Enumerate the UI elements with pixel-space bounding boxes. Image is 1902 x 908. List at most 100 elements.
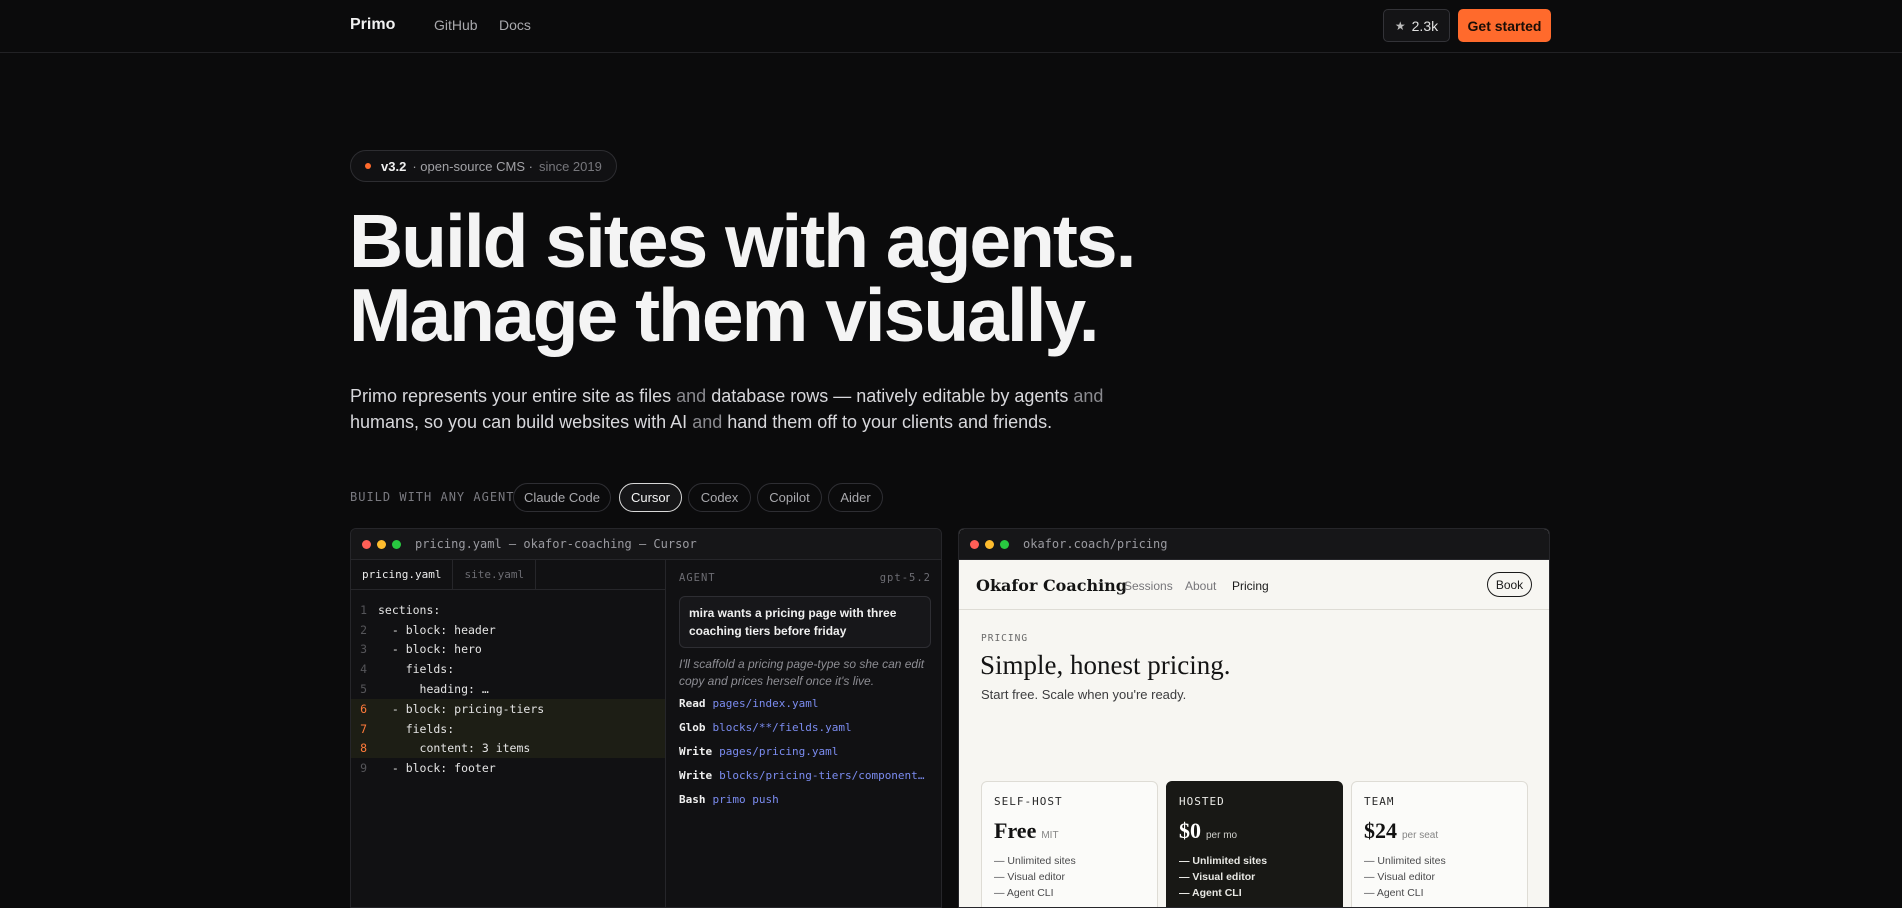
sub-part: hand them off to your clients and friend… — [722, 412, 1053, 432]
badge-since: since 2019 — [538, 158, 602, 174]
preview-titlebar: okafor.coach/pricing — [959, 529, 1549, 560]
version-label: v3.2 — [381, 158, 407, 174]
code-text: content: 3 items — [378, 741, 531, 756]
book-button[interactable]: Book — [1487, 572, 1532, 597]
file-tab-site[interactable]: site.yaml — [453, 560, 537, 589]
sub-part-dim: and — [692, 412, 723, 432]
hero-subheading: Primo represents your entire site as fil… — [350, 383, 1130, 435]
agent-tab-codex[interactable]: Codex — [688, 483, 751, 512]
sub-part: database rows — natively editable by age… — [706, 386, 1074, 406]
agent-tab-aider[interactable]: Aider — [828, 483, 883, 512]
minimize-window-icon[interactable] — [377, 539, 386, 549]
code-line[interactable]: 1 sections: — [351, 600, 665, 620]
agent-panel-label: AGENT — [679, 572, 716, 584]
star-count: 2.3k — [1411, 17, 1439, 34]
preview-url: okafor.coach/pricing — [1023, 537, 1168, 551]
code-editor: pricing.yaml site.yaml 1 sections: 2 - blo… — [351, 560, 666, 907]
sub-part-dim: and — [1073, 386, 1104, 406]
site-link-pricing[interactable]: Pricing — [1232, 579, 1269, 593]
tier-price: $0 per mo — [1179, 818, 1330, 844]
agent-reply: I'll scaffold a pricing page-type so she… — [679, 657, 925, 688]
tier-name: TEAM — [1364, 795, 1395, 808]
code-lines[interactable]: 1 sections: 2 - block: header 3 - block: he… — [351, 590, 665, 778]
headline-line-1: Build sites with agents. — [349, 199, 1136, 283]
price-unit: per seat — [1402, 830, 1439, 841]
version-badge: v3.2 · open-source CMS · since 2019 — [350, 150, 617, 182]
tool-call: Read pages/index.yaml — [679, 697, 931, 714]
file-tab-pricing[interactable]: pricing.yaml — [351, 560, 454, 589]
code-text: fields: — [378, 662, 455, 677]
nav-link-github[interactable]: GitHub — [434, 17, 478, 33]
tier-name: SELF-HOST — [994, 795, 1063, 808]
star-icon: ★ — [1394, 18, 1406, 33]
tool-call: Glob blocks/**/fields.yaml — [679, 721, 931, 738]
line-number: 3 — [360, 642, 367, 657]
price-value: $0 — [1179, 818, 1201, 843]
close-window-icon[interactable] — [970, 539, 979, 549]
agent-tab-cursor[interactable]: Cursor — [619, 483, 682, 512]
pricing-tier-card[interactable]: TEAM $24 per seat — Unlimited sites — Visual… — [1351, 781, 1528, 907]
github-stars-button[interactable]: ★ 2.3k — [1383, 9, 1450, 42]
tool-argument[interactable]: blocks/**/fields.yaml — [713, 721, 852, 738]
price-value: Free — [994, 818, 1037, 843]
window-controls — [362, 539, 401, 549]
pricing-heading: Simple, honest pricing. — [980, 650, 1231, 680]
maximize-window-icon[interactable] — [392, 539, 401, 549]
sub-part: humans, so you can build websites with A… — [350, 412, 693, 432]
pricing-subheading: Start free. Scale when you're ready. — [981, 687, 1187, 702]
line-number: 2 — [360, 622, 367, 637]
site-logo[interactable]: Okafor Coaching — [976, 576, 1127, 595]
tool-argument[interactable]: pages/pricing.yaml — [719, 745, 838, 762]
site-link-sessions[interactable]: Sessions — [1124, 579, 1173, 593]
tier-feature: — Visual editor — [1364, 871, 1436, 883]
hero-headline: Build sites with agents. Manage them vis… — [349, 199, 1136, 353]
nav-link-docs[interactable]: Docs — [499, 17, 531, 33]
agent-panel: AGENT gpt-5.2 mira wants a pricing page … — [667, 560, 941, 907]
code-line[interactable]: 5 heading: … — [351, 679, 665, 699]
code-line[interactable]: 2 - block: header — [351, 620, 665, 640]
tool-verb: Glob — [679, 721, 706, 734]
code-text: - block: hero — [378, 642, 482, 657]
tool-verb: Write — [679, 769, 713, 782]
tool-argument[interactable]: blocks/pricing-tiers/component.sv… — [719, 769, 931, 786]
brand-logo[interactable]: Primo — [350, 16, 395, 34]
window-controls — [970, 539, 1009, 549]
line-number: 1 — [360, 602, 367, 617]
editor-window-title: pricing.yaml — okafor-coaching — Cursor — [415, 537, 697, 551]
site-navbar: Okafor Coaching Sessions About Pricing B… — [959, 560, 1549, 610]
price-unit: per mo — [1206, 830, 1238, 841]
tier-feature: — Unlimited sites — [1179, 855, 1268, 867]
line-number: 9 — [360, 761, 367, 776]
line-number: 6 — [360, 701, 367, 716]
pricing-tier-card[interactable]: SELF-HOST Free MIT — Unlimited sites — Visua… — [981, 781, 1158, 907]
code-text: - block: footer — [378, 761, 496, 776]
tier-feature: — Unlimited sites — [1364, 855, 1446, 867]
code-line[interactable]: 3 - block: hero — [351, 640, 665, 660]
close-window-icon[interactable] — [362, 539, 371, 549]
tool-call-list: Read pages/index.yaml Glob blocks/**/fields… — [679, 697, 931, 810]
get-started-button[interactable]: Get started — [1458, 9, 1551, 42]
code-line[interactable]: 9 - block: footer — [351, 758, 665, 778]
code-line[interactable]: 6 - block: pricing-tiers — [351, 698, 665, 719]
tier-features: — Unlimited sites — Visual editor — Agent … — [1179, 853, 1330, 901]
tool-argument[interactable]: primo push — [713, 793, 779, 810]
line-number: 8 — [360, 741, 367, 756]
tier-feature: — Agent CLI — [1364, 887, 1424, 899]
code-line[interactable]: 7 fields: — [351, 718, 665, 739]
tool-argument[interactable]: pages/index.yaml — [713, 697, 819, 714]
pricing-tier-card[interactable]: HOSTED $0 per mo — Unlimited sites — Visual … — [1166, 781, 1343, 907]
tier-features: — Unlimited sites — Visual editor — Agent … — [994, 853, 1145, 901]
maximize-window-icon[interactable] — [1000, 539, 1009, 549]
code-text: heading: … — [378, 682, 489, 697]
editor-titlebar: pricing.yaml — okafor-coaching — Cursor — [351, 529, 941, 560]
minimize-window-icon[interactable] — [985, 539, 994, 549]
agent-tab-copilot[interactable]: Copilot — [757, 483, 822, 512]
agent-tab-claude-code[interactable]: Claude Code — [513, 483, 611, 512]
preview-window: okafor.coach/pricing Okafor Coaching Ses… — [958, 528, 1550, 908]
tier-features: — Unlimited sites — Visual editor — Agent … — [1364, 853, 1515, 901]
site-link-about[interactable]: About — [1185, 579, 1216, 593]
code-line[interactable]: 4 fields: — [351, 659, 665, 679]
top-navbar: Primo GitHub Docs ★ 2.3k Get started — [0, 0, 1902, 53]
badge-text: · open-source CMS · — [412, 158, 533, 174]
code-line[interactable]: 8 content: 3 items — [351, 738, 665, 759]
